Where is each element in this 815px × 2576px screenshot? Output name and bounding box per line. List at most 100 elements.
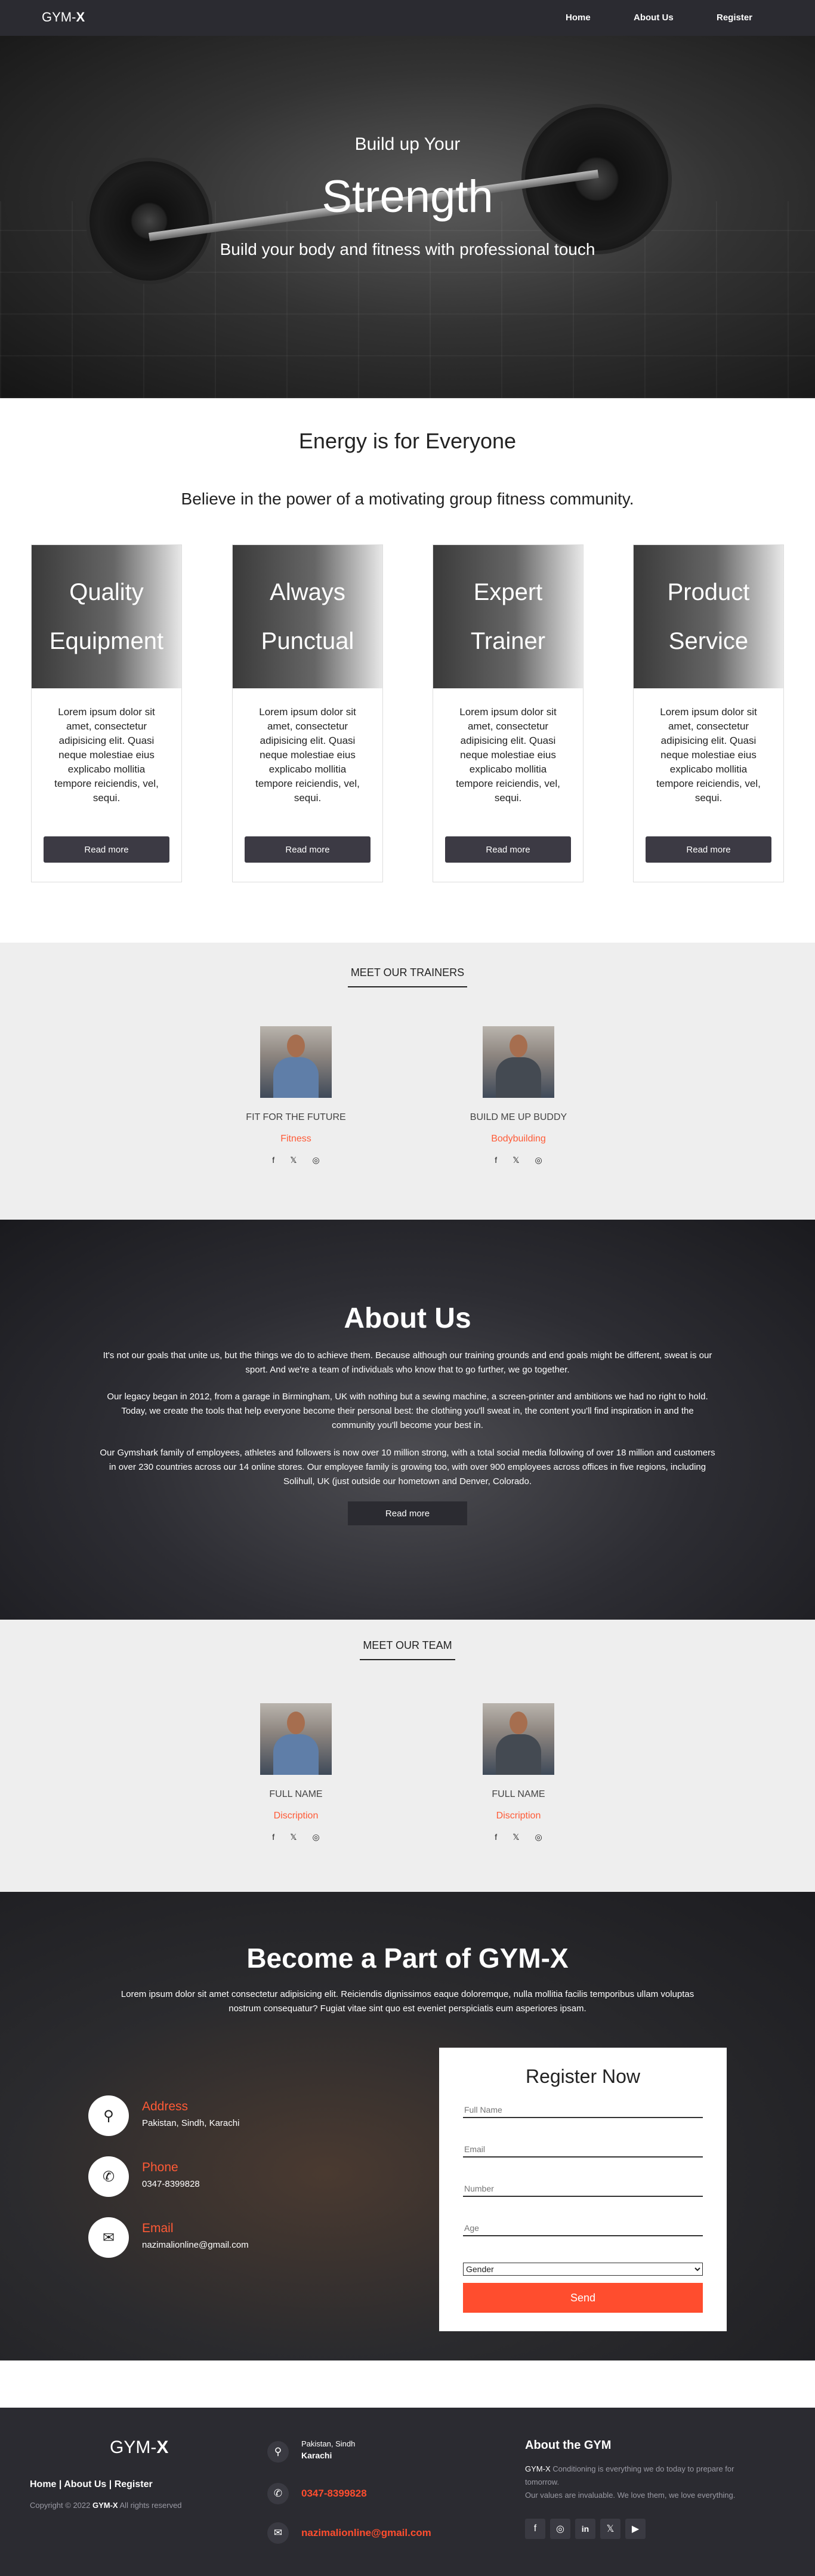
footer-address-line1: Pakistan, Sindh bbox=[301, 2439, 356, 2448]
title-underline bbox=[360, 1659, 455, 1660]
trainers-section: MEET OUR TRAINERS FIT FOR THE FUTURE Fit… bbox=[0, 943, 815, 1220]
trainer-photo bbox=[483, 1026, 554, 1098]
footer-copyright: Copyright © 2022 GYM-X All rights reserv… bbox=[30, 2501, 182, 2510]
email-input[interactable] bbox=[463, 2142, 703, 2158]
feature-card: Quality Equipment Lorem ipsum dolor sit … bbox=[31, 544, 182, 882]
team-card: FULL NAME Discription f 𝕏 ◎ bbox=[206, 1703, 385, 1842]
feature-card-title-line1: Expert bbox=[473, 579, 543, 605]
register-form: Register Now Gender Send bbox=[439, 2048, 727, 2331]
about-title: About Us bbox=[344, 1303, 471, 1334]
youtube-icon[interactable]: ▶ bbox=[625, 2519, 646, 2539]
feature-card: Expert Trainer Lorem ipsum dolor sit ame… bbox=[433, 544, 584, 882]
feature-card-header: Quality Equipment bbox=[32, 545, 181, 688]
contact-value-email: nazimalionline@gmail.com bbox=[142, 2240, 249, 2250]
trainer-role: Bodybuilding bbox=[491, 1134, 546, 1144]
trainer-socials: f 𝕏 ◎ bbox=[206, 1155, 385, 1165]
nav-link-home[interactable]: Home bbox=[566, 13, 591, 23]
footer-about-title: About the GYM bbox=[525, 2439, 612, 2452]
instagram-icon[interactable]: ◎ bbox=[550, 2519, 570, 2539]
about-paragraph: Our Gymshark family of employees, athlet… bbox=[100, 1448, 715, 1486]
send-button[interactable]: Send bbox=[463, 2283, 703, 2313]
team-card: FULL NAME Discription f 𝕏 ◎ bbox=[429, 1703, 608, 1842]
hero-tagline: Build your body and fitness with profess… bbox=[220, 240, 595, 258]
nav-link-about-us[interactable]: About Us bbox=[634, 13, 674, 23]
feature-card-title-line1: Always bbox=[270, 579, 345, 605]
trainer-photo bbox=[260, 1026, 332, 1098]
linkedin-icon[interactable]: in bbox=[575, 2519, 595, 2539]
facebook-icon[interactable]: f bbox=[272, 1832, 274, 1842]
footer-about-text: GYM-X Conditioning is everything we do t… bbox=[525, 2464, 736, 2500]
feature-card-header: Expert Trainer bbox=[433, 545, 583, 688]
title-underline bbox=[348, 986, 467, 987]
trainer-card: BUILD ME UP BUDDY Bodybuilding f 𝕏 ◎ bbox=[429, 1026, 608, 1165]
team-title: MEET OUR TEAM bbox=[363, 1639, 452, 1651]
twitter-icon[interactable]: 𝕏 bbox=[513, 1155, 519, 1165]
feature-card-header: Product Service bbox=[634, 545, 783, 688]
feature-card-text: Lorem ipsum dolor sit amet, consectetur … bbox=[656, 706, 761, 804]
feature-card-text: Lorem ipsum dolor sit amet, consectetur … bbox=[255, 706, 360, 804]
facebook-icon[interactable]: f bbox=[272, 1155, 274, 1165]
team-section: MEET OUR TEAM FULL NAME Discription f 𝕏 … bbox=[0, 1620, 815, 1892]
feature-card-title-line2: Punctual bbox=[261, 628, 354, 654]
read-more-button[interactable]: Read more bbox=[445, 836, 571, 863]
footer: GYM-X Home | About Us | Register Copyrig… bbox=[0, 2408, 815, 2576]
team-member-name: FULL NAME bbox=[269, 1789, 323, 1799]
contact-label-phone: Phone bbox=[142, 2160, 178, 2174]
facebook-icon[interactable]: f bbox=[495, 1832, 497, 1842]
trainer-name: BUILD ME UP BUDDY bbox=[470, 1112, 567, 1122]
feature-card: Product Service Lorem ipsum dolor sit am… bbox=[633, 544, 784, 882]
trainer-socials: f 𝕏 ◎ bbox=[429, 1155, 608, 1165]
facebook-icon[interactable]: f bbox=[495, 1155, 497, 1165]
team-photo bbox=[483, 1703, 554, 1775]
number-input[interactable] bbox=[463, 2181, 703, 2197]
instagram-icon[interactable]: ◎ bbox=[535, 1832, 542, 1842]
read-more-button[interactable]: Read more bbox=[245, 836, 371, 863]
hero-headline: Strength bbox=[322, 171, 493, 222]
trainer-name: FIT FOR THE FUTURE bbox=[246, 1112, 346, 1122]
feature-card-text: Lorem ipsum dolor sit amet, consectetur … bbox=[54, 706, 159, 804]
footer-links[interactable]: Home | About Us | Register bbox=[30, 2479, 153, 2490]
full-name-input[interactable] bbox=[463, 2103, 703, 2118]
register-title: Register Now bbox=[525, 2066, 641, 2087]
instagram-icon[interactable]: ◎ bbox=[312, 1832, 319, 1842]
map-marker-icon: ⚲ bbox=[88, 2095, 129, 2136]
footer-email[interactable]: nazimalionline@gmail.com bbox=[301, 2527, 431, 2539]
trainers-title: MEET OUR TRAINERS bbox=[350, 967, 465, 978]
hero-line-1: Build up Your bbox=[354, 134, 461, 154]
footer-phone[interactable]: 0347-8399828 bbox=[301, 2488, 367, 2500]
footer-address-line2: Karachi bbox=[301, 2451, 332, 2460]
phone-icon: ✆ bbox=[88, 2156, 129, 2197]
facebook-icon[interactable]: f bbox=[525, 2519, 545, 2539]
contact-label-email: Email bbox=[142, 2221, 174, 2235]
gender-select[interactable]: Gender bbox=[463, 2263, 703, 2276]
energy-subtitle: Believe in the power of a motivating gro… bbox=[181, 490, 634, 508]
team-member-role: Discription bbox=[496, 1811, 541, 1821]
feature-card-title-line2: Equipment bbox=[49, 628, 164, 654]
energy-title: Energy is for Everyone bbox=[298, 429, 517, 453]
join-title: Become a Part of GYM-X bbox=[246, 1943, 569, 1974]
team-member-name: FULL NAME bbox=[492, 1789, 545, 1799]
read-more-button[interactable]: Read more bbox=[44, 836, 169, 863]
instagram-icon[interactable]: ◎ bbox=[312, 1155, 319, 1165]
about-read-more-button[interactable]: Read more bbox=[348, 1501, 467, 1525]
trainer-role: Fitness bbox=[280, 1134, 311, 1144]
about-paragraph: It's not our goals that unite us, but th… bbox=[103, 1350, 712, 1375]
brand-logo[interactable]: GYM-X bbox=[42, 10, 85, 25]
twitter-icon[interactable]: 𝕏 bbox=[290, 1155, 297, 1165]
footer-brand[interactable]: GYM-X bbox=[110, 2437, 168, 2458]
age-input[interactable] bbox=[463, 2221, 703, 2236]
team-photo bbox=[260, 1703, 332, 1775]
team-socials: f 𝕏 ◎ bbox=[206, 1832, 385, 1842]
twitter-icon[interactable]: 𝕏 bbox=[600, 2519, 620, 2539]
read-more-button[interactable]: Read more bbox=[646, 836, 771, 863]
nav-link-register[interactable]: Register bbox=[717, 13, 752, 23]
twitter-icon[interactable]: 𝕏 bbox=[290, 1832, 297, 1842]
map-marker-icon: ⚲ bbox=[267, 2441, 289, 2463]
feature-card-title-line1: Product bbox=[667, 579, 750, 605]
instagram-icon[interactable]: ◎ bbox=[535, 1155, 542, 1165]
contact-value-address: Pakistan, Sindh, Karachi bbox=[142, 2118, 240, 2128]
join-section: Become a Part of GYM-X Lorem ipsum dolor… bbox=[0, 1892, 815, 2360]
envelope-icon: ✉ bbox=[267, 2522, 289, 2544]
twitter-icon[interactable]: 𝕏 bbox=[513, 1832, 519, 1842]
feature-card-title-line1: Quality bbox=[69, 579, 144, 605]
